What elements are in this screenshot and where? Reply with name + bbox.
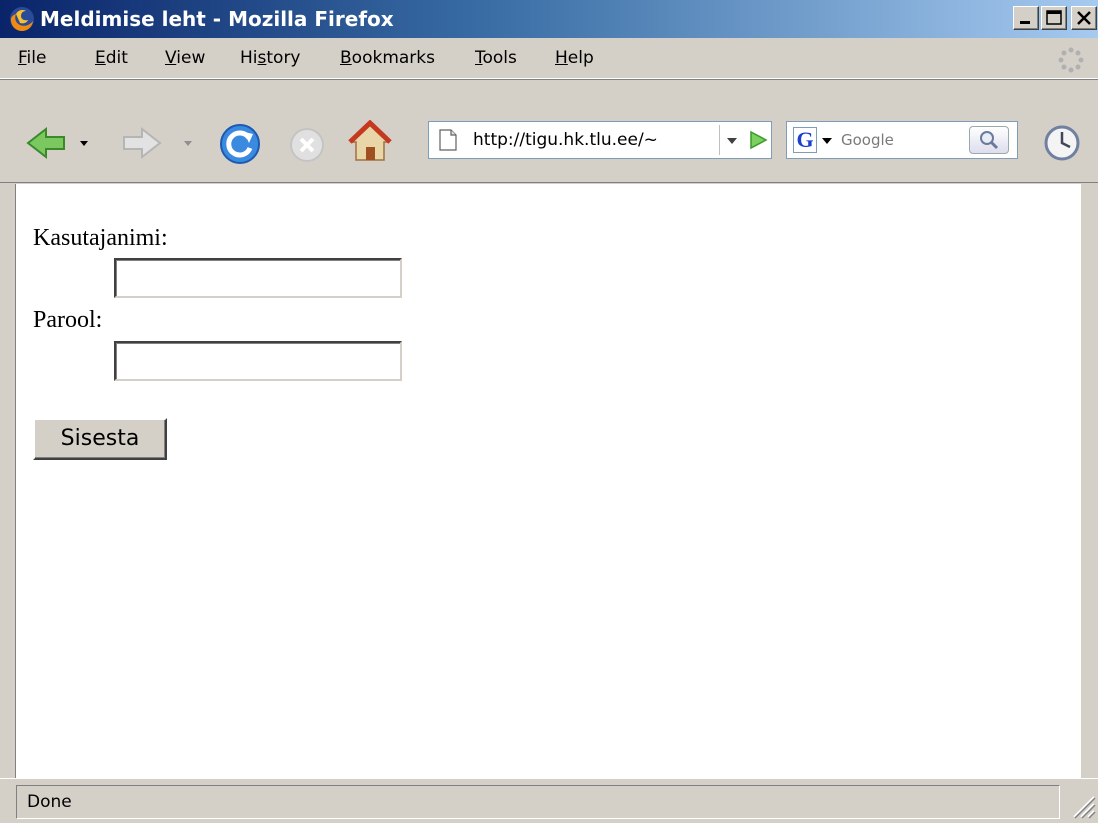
home-icon: [348, 120, 392, 161]
firefox-icon: [10, 7, 34, 32]
menu-tools[interactable]: Tools: [475, 38, 517, 78]
sidebar-edge: [0, 184, 15, 778]
menu-bookmarks[interactable]: Bookmarks: [340, 38, 435, 78]
username-label: Kasutajanimi:: [33, 225, 168, 251]
go-arrow-icon: [750, 130, 768, 150]
title-bar: Meldimise leht - Mozilla Firefox: [0, 0, 1098, 38]
maximize-icon: [1046, 10, 1062, 25]
reload-button[interactable]: [218, 122, 262, 166]
url-bar[interactable]: http://tigu.hk.tlu.ee/~: [428, 121, 772, 159]
window-title: Meldimise leht - Mozilla Firefox: [40, 7, 394, 31]
chevron-down-icon: [727, 138, 737, 144]
search-button[interactable]: [969, 126, 1009, 154]
menu-view[interactable]: View: [165, 38, 205, 78]
status-text: Done: [27, 792, 72, 812]
reload-icon: [220, 124, 260, 164]
search-bar[interactable]: G Google: [786, 121, 1018, 159]
forward-arrow-icon: [123, 126, 162, 160]
close-icon: [1077, 11, 1091, 25]
home-button[interactable]: [348, 120, 392, 164]
page-content: Kasutajanimi: Parool: Sisesta: [15, 184, 1081, 778]
status-bar: Done: [0, 778, 1098, 823]
menu-file[interactable]: File: [18, 38, 46, 78]
url-dropdown-button[interactable]: [719, 125, 744, 155]
browser-window: Meldimise leht - Mozilla Firefox File Ed…: [0, 0, 1098, 823]
forward-dropdown-icon: [184, 141, 192, 146]
magnifier-icon: [980, 131, 999, 150]
menu-help[interactable]: Help: [555, 38, 594, 78]
menu-edit[interactable]: Edit: [95, 38, 128, 78]
clock-icon: [1044, 125, 1080, 161]
search-engine-dropdown-icon: [822, 138, 832, 144]
forward-button[interactable]: [120, 126, 196, 160]
back-arrow-icon: [26, 126, 65, 160]
search-engine-button[interactable]: G: [793, 127, 817, 153]
submit-button[interactable]: Sisesta: [33, 418, 167, 460]
back-button[interactable]: [24, 126, 90, 160]
search-input[interactable]: Google: [841, 122, 894, 158]
resize-grip-icon[interactable]: [1066, 789, 1096, 819]
throbber-icon: [1058, 47, 1084, 73]
back-dropdown-icon: [80, 141, 88, 146]
menu-history[interactable]: History: [240, 38, 301, 78]
password-input[interactable]: [114, 341, 402, 381]
menu-bar: File Edit View History Bookmarks Tools H…: [0, 38, 1098, 79]
username-input[interactable]: [114, 258, 402, 298]
close-button[interactable]: [1071, 6, 1097, 30]
history-button[interactable]: [1042, 123, 1082, 163]
minimize-button[interactable]: [1013, 6, 1039, 30]
password-label: Parool:: [33, 307, 103, 333]
stop-button[interactable]: [287, 125, 327, 165]
url-text[interactable]: http://tigu.hk.tlu.ee/~: [473, 122, 717, 158]
stop-icon: [290, 128, 324, 162]
status-panel: Done: [16, 785, 1060, 819]
go-button[interactable]: [745, 125, 771, 155]
page-icon: [439, 129, 457, 151]
minimize-icon: [1020, 21, 1030, 24]
maximize-button[interactable]: [1041, 6, 1067, 30]
navigation-toolbar: http://tigu.hk.tlu.ee/~ G Google: [0, 79, 1098, 183]
